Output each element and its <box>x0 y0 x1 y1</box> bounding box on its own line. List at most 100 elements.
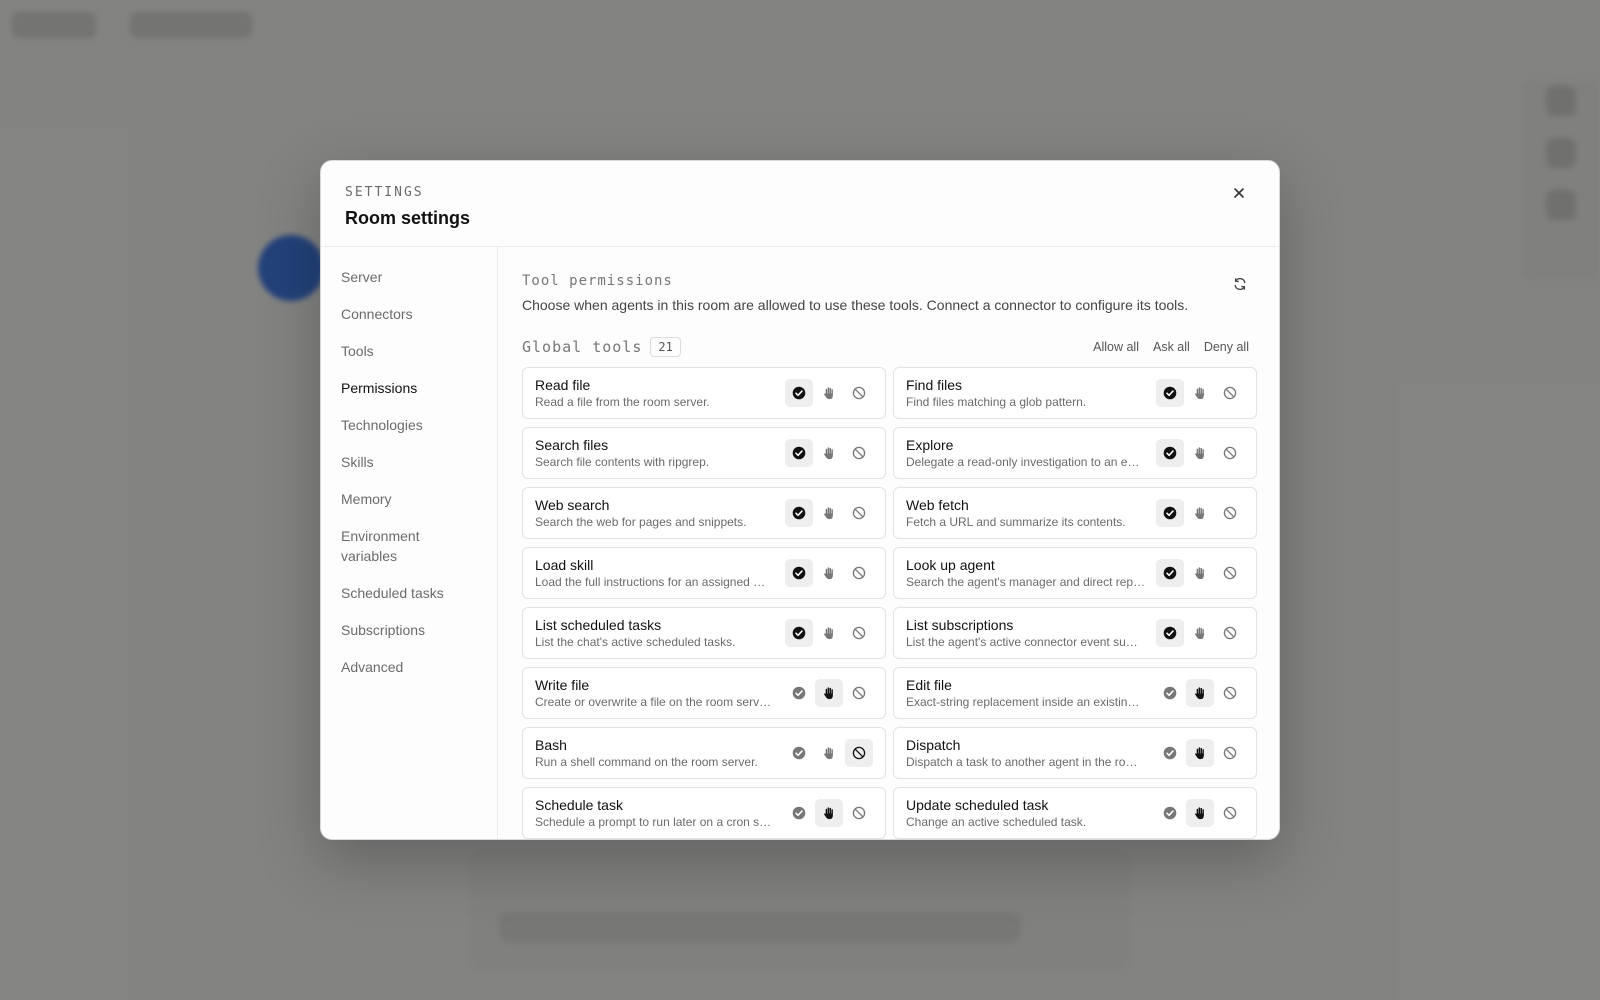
ask-all-button[interactable]: Ask all <box>1153 340 1190 354</box>
allow-permission-button[interactable] <box>1156 619 1184 647</box>
ask-permission-button[interactable] <box>815 499 843 527</box>
ask-permission-button[interactable] <box>815 379 843 407</box>
tool-text: Web fetch Fetch a URL and summarize its c… <box>906 496 1156 530</box>
tool-description: Delegate a read-only investigation to an… <box>906 455 1140 469</box>
sidebar-item-memory[interactable]: Memory <box>321 481 497 518</box>
tool-card: Web search Search the web for pages and s… <box>522 487 886 539</box>
check-circle-icon <box>792 626 806 640</box>
allow-permission-button[interactable] <box>1156 679 1184 707</box>
tool-name: Schedule task <box>535 797 623 813</box>
global-tools-header: Global tools 21 Allow all Ask all Deny a… <box>522 336 1255 358</box>
allow-permission-button[interactable] <box>785 799 813 827</box>
allow-permission-button[interactable] <box>1156 499 1184 527</box>
ask-permission-button[interactable] <box>815 439 843 467</box>
ask-permission-button[interactable] <box>1186 739 1214 767</box>
tool-name: Load skill <box>535 557 594 573</box>
permission-toggle-group <box>785 619 873 647</box>
ask-permission-button[interactable] <box>815 799 843 827</box>
tool-text: Update scheduled task Change an active sc… <box>906 796 1156 830</box>
sidebar-item-server[interactable]: Server <box>321 259 497 296</box>
ban-icon <box>852 386 866 400</box>
sidebar-item-environment-variables[interactable]: Environment variables <box>321 518 497 575</box>
sidebar-item-skills[interactable]: Skills <box>321 444 497 481</box>
ban-icon <box>852 806 866 820</box>
deny-permission-button[interactable] <box>845 739 873 767</box>
ask-permission-button[interactable] <box>1186 499 1214 527</box>
ask-permission-button[interactable] <box>1186 619 1214 647</box>
hand-icon <box>823 447 833 460</box>
deny-permission-button[interactable] <box>845 439 873 467</box>
allow-permission-button[interactable] <box>1156 799 1184 827</box>
allow-permission-button[interactable] <box>1156 439 1184 467</box>
deny-permission-button[interactable] <box>845 679 873 707</box>
allow-permission-button[interactable] <box>785 619 813 647</box>
tool-name: Dispatch <box>906 737 961 753</box>
deny-all-button[interactable]: Deny all <box>1204 340 1249 354</box>
tool-name: Search files <box>535 437 609 453</box>
allow-permission-button[interactable] <box>785 679 813 707</box>
sidebar-item-scheduled-tasks[interactable]: Scheduled tasks <box>321 575 497 612</box>
deny-permission-button[interactable] <box>845 379 873 407</box>
tool-card: Look up agent Search the agent's manager … <box>893 547 1257 599</box>
ask-permission-button[interactable] <box>1186 799 1214 827</box>
allow-all-button[interactable]: Allow all <box>1093 340 1139 354</box>
sidebar-item-subscriptions[interactable]: Subscriptions <box>321 612 497 649</box>
deny-permission-button[interactable] <box>1216 559 1244 587</box>
tool-description: Search the web for pages and snippets. <box>535 515 747 529</box>
modal-header: SETTINGS Room settings <box>321 161 1279 247</box>
permission-toggle-group <box>785 499 873 527</box>
check-circle-icon <box>792 686 806 700</box>
deny-permission-button[interactable] <box>845 799 873 827</box>
sidebar-item-technologies[interactable]: Technologies <box>321 407 497 444</box>
tool-card: List subscriptions List the agent's activ… <box>893 607 1257 659</box>
ask-permission-button[interactable] <box>815 559 843 587</box>
allow-permission-button[interactable] <box>785 439 813 467</box>
check-circle-icon <box>1163 686 1177 700</box>
hand-icon <box>1194 447 1204 460</box>
allow-permission-button[interactable] <box>785 499 813 527</box>
tool-text: Edit file Exact-string replacement inside… <box>906 676 1156 710</box>
tool-text: Explore Delegate a read-only investigatio… <box>906 436 1156 470</box>
tool-name: Read file <box>535 377 591 393</box>
deny-permission-button[interactable] <box>1216 499 1244 527</box>
deny-permission-button[interactable] <box>1216 619 1244 647</box>
ask-permission-button[interactable] <box>1186 439 1214 467</box>
deny-permission-button[interactable] <box>1216 439 1244 467</box>
ask-permission-button[interactable] <box>815 679 843 707</box>
ask-permission-button[interactable] <box>1186 559 1214 587</box>
ban-icon <box>1223 806 1237 820</box>
allow-permission-button[interactable] <box>1156 379 1184 407</box>
tool-card: Bash Run a shell command on the room serv… <box>522 727 886 779</box>
allow-permission-button[interactable] <box>785 739 813 767</box>
deny-permission-button[interactable] <box>1216 379 1244 407</box>
check-circle-icon <box>1163 746 1177 760</box>
ban-icon <box>1223 566 1237 580</box>
tool-card: Web fetch Fetch a URL and summarize its c… <box>893 487 1257 539</box>
deny-permission-button[interactable] <box>1216 679 1244 707</box>
close-button[interactable] <box>1227 183 1251 207</box>
allow-permission-button[interactable] <box>785 559 813 587</box>
sidebar-item-advanced[interactable]: Advanced <box>321 649 497 686</box>
deny-permission-button[interactable] <box>845 619 873 647</box>
tool-text: List scheduled tasks List the chat's acti… <box>535 616 785 650</box>
tool-count-badge: 21 <box>650 337 681 357</box>
ask-permission-button[interactable] <box>815 619 843 647</box>
deny-permission-button[interactable] <box>1216 739 1244 767</box>
ask-permission-button[interactable] <box>815 739 843 767</box>
allow-permission-button[interactable] <box>1156 559 1184 587</box>
refresh-button[interactable] <box>1229 273 1251 295</box>
permission-toggle-group <box>1156 559 1244 587</box>
allow-permission-button[interactable] <box>1156 739 1184 767</box>
sidebar-item-permissions[interactable]: Permissions <box>321 370 497 407</box>
ask-permission-button[interactable] <box>1186 679 1214 707</box>
deny-permission-button[interactable] <box>1216 799 1244 827</box>
sidebar-item-connectors[interactable]: Connectors <box>321 296 497 333</box>
allow-permission-button[interactable] <box>785 379 813 407</box>
hand-icon <box>1194 747 1204 760</box>
deny-permission-button[interactable] <box>845 499 873 527</box>
ban-icon <box>1223 446 1237 460</box>
sidebar-item-tools[interactable]: Tools <box>321 333 497 370</box>
ask-permission-button[interactable] <box>1186 379 1214 407</box>
deny-permission-button[interactable] <box>845 559 873 587</box>
tool-name: Edit file <box>906 677 952 693</box>
